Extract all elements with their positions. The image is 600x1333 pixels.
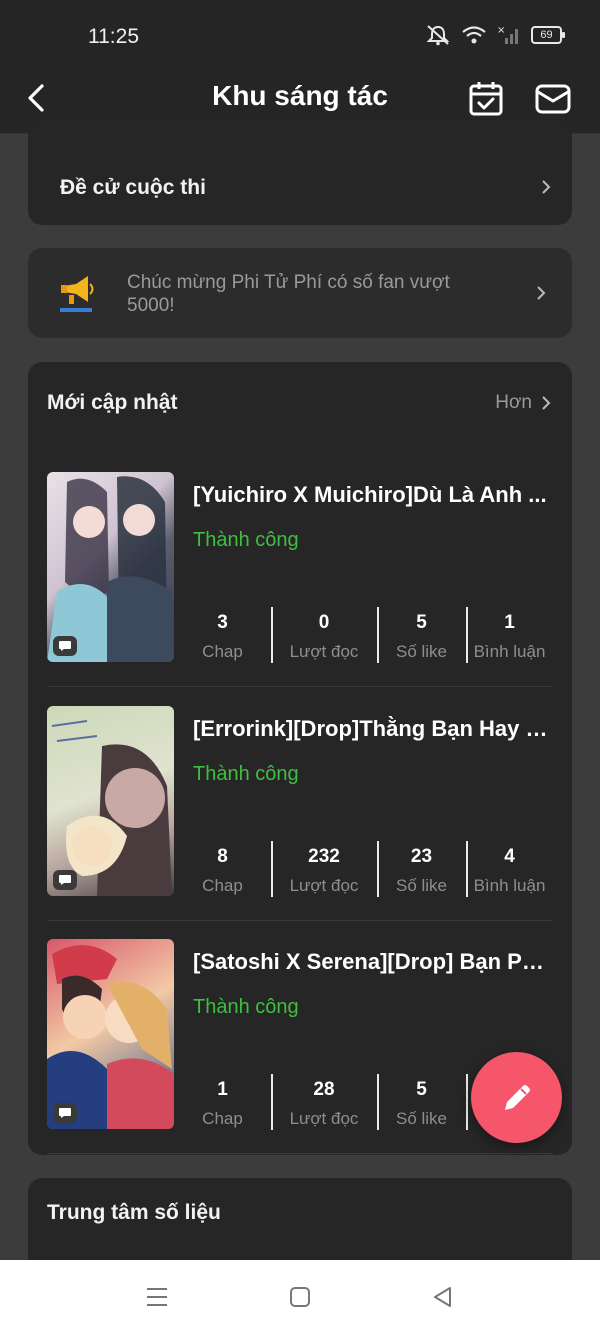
stat-chapters: 1 Chap: [202, 1079, 243, 1128]
contest-nomination-label: Đề cử cuộc thi: [60, 176, 206, 199]
notice-text: Chúc mừng Phi Tử Phí có số fan vượt 5000…: [127, 272, 450, 316]
chevron-right-icon: [542, 180, 551, 194]
status-bar: 11:25 × 69: [0, 0, 600, 66]
story-stats: 8 Chap 232 Lượt đọc 23 Số like 4 Bình luận: [174, 841, 553, 897]
wifi-icon: [462, 26, 486, 44]
story-item[interactable]: [Yuichiro X Muichiro]Dù Là Anh ... Thành…: [47, 472, 553, 687]
stat-comments: 4 Bình luận: [466, 841, 553, 897]
story-status: Thành công: [193, 529, 299, 551]
mute-bell-icon: [426, 25, 450, 46]
stat-chapters: 8 Chap: [202, 846, 243, 895]
story-cover-image: [47, 939, 174, 1129]
story-item[interactable]: [Errorink][Drop]Thằng Bạn Hay K... Thành…: [47, 706, 553, 921]
battery-icon: 69: [531, 26, 565, 44]
notice-banner[interactable]: Chúc mừng Phi Tử Phí có số fan vượt 5000…: [28, 248, 572, 338]
stat-comments: 1 Bình luận: [466, 607, 553, 663]
mail-button[interactable]: [534, 80, 572, 118]
home-icon[interactable]: [287, 1284, 313, 1310]
stat-likes: 5 Số like: [377, 607, 466, 663]
more-link[interactable]: Hơn: [495, 392, 552, 414]
stat-likes: 23 Số like: [377, 841, 466, 897]
recent-updates-section: Mới cập nhật Hơn [Yuichiro X Muichiro]Dù…: [28, 362, 572, 1155]
status-icons: × 69: [425, 24, 565, 46]
section-title: Mới cập nhật: [47, 391, 178, 414]
story-cover-image: [47, 472, 174, 662]
stat-likes: 5 Số like: [377, 1074, 466, 1130]
page-title: Khu sáng tác: [212, 80, 388, 111]
comment-badge-icon: [53, 870, 77, 890]
chevron-right-icon: [537, 286, 546, 300]
comment-badge-icon: [53, 1103, 77, 1123]
story-stats: 3 Chap 0 Lượt đọc 5 Số like 1 Bình luận: [174, 607, 553, 663]
cover-illustration: [47, 476, 174, 662]
pencil-icon: [504, 1084, 530, 1110]
mail-icon: [535, 84, 571, 114]
cover-illustration: [51, 720, 172, 896]
calendar-check-icon: [469, 82, 503, 116]
status-time: 11:25: [88, 25, 139, 48]
stat-reads: 232 Lượt đọc: [271, 841, 377, 897]
story-title: [Satoshi X Serena][Drop] Bạn Ph...: [193, 949, 553, 974]
menu-icon[interactable]: [144, 1284, 170, 1310]
system-nav-bar: [0, 1260, 600, 1333]
comment-badge-icon: [53, 636, 77, 656]
story-status: Thành công: [193, 763, 299, 785]
contest-nomination-row[interactable]: Đề cử cuộc thi: [28, 120, 572, 225]
write-fab-button[interactable]: [471, 1052, 562, 1143]
story-cover-image: [47, 706, 174, 896]
megaphone-icon: [60, 276, 94, 312]
section-title: Trung tâm số liệu: [47, 1201, 221, 1224]
story-title: [Yuichiro X Muichiro]Dù Là Anh ...: [193, 482, 547, 507]
svg-text:×: ×: [497, 25, 505, 36]
stat-chapters: 3 Chap: [202, 612, 243, 661]
story-status: Thành công: [193, 996, 299, 1018]
back-triangle-icon[interactable]: [430, 1284, 456, 1310]
more-label: Hơn: [495, 392, 532, 413]
signal-icon: ×: [497, 25, 518, 44]
chevron-right-icon: [542, 396, 551, 410]
stat-reads: 0 Lượt đọc: [271, 607, 377, 663]
stat-reads: 28 Lượt đọc: [271, 1074, 377, 1130]
story-title: [Errorink][Drop]Thằng Bạn Hay K...: [193, 716, 553, 741]
calendar-button[interactable]: [468, 80, 506, 118]
cover-illustration: [47, 945, 174, 1129]
